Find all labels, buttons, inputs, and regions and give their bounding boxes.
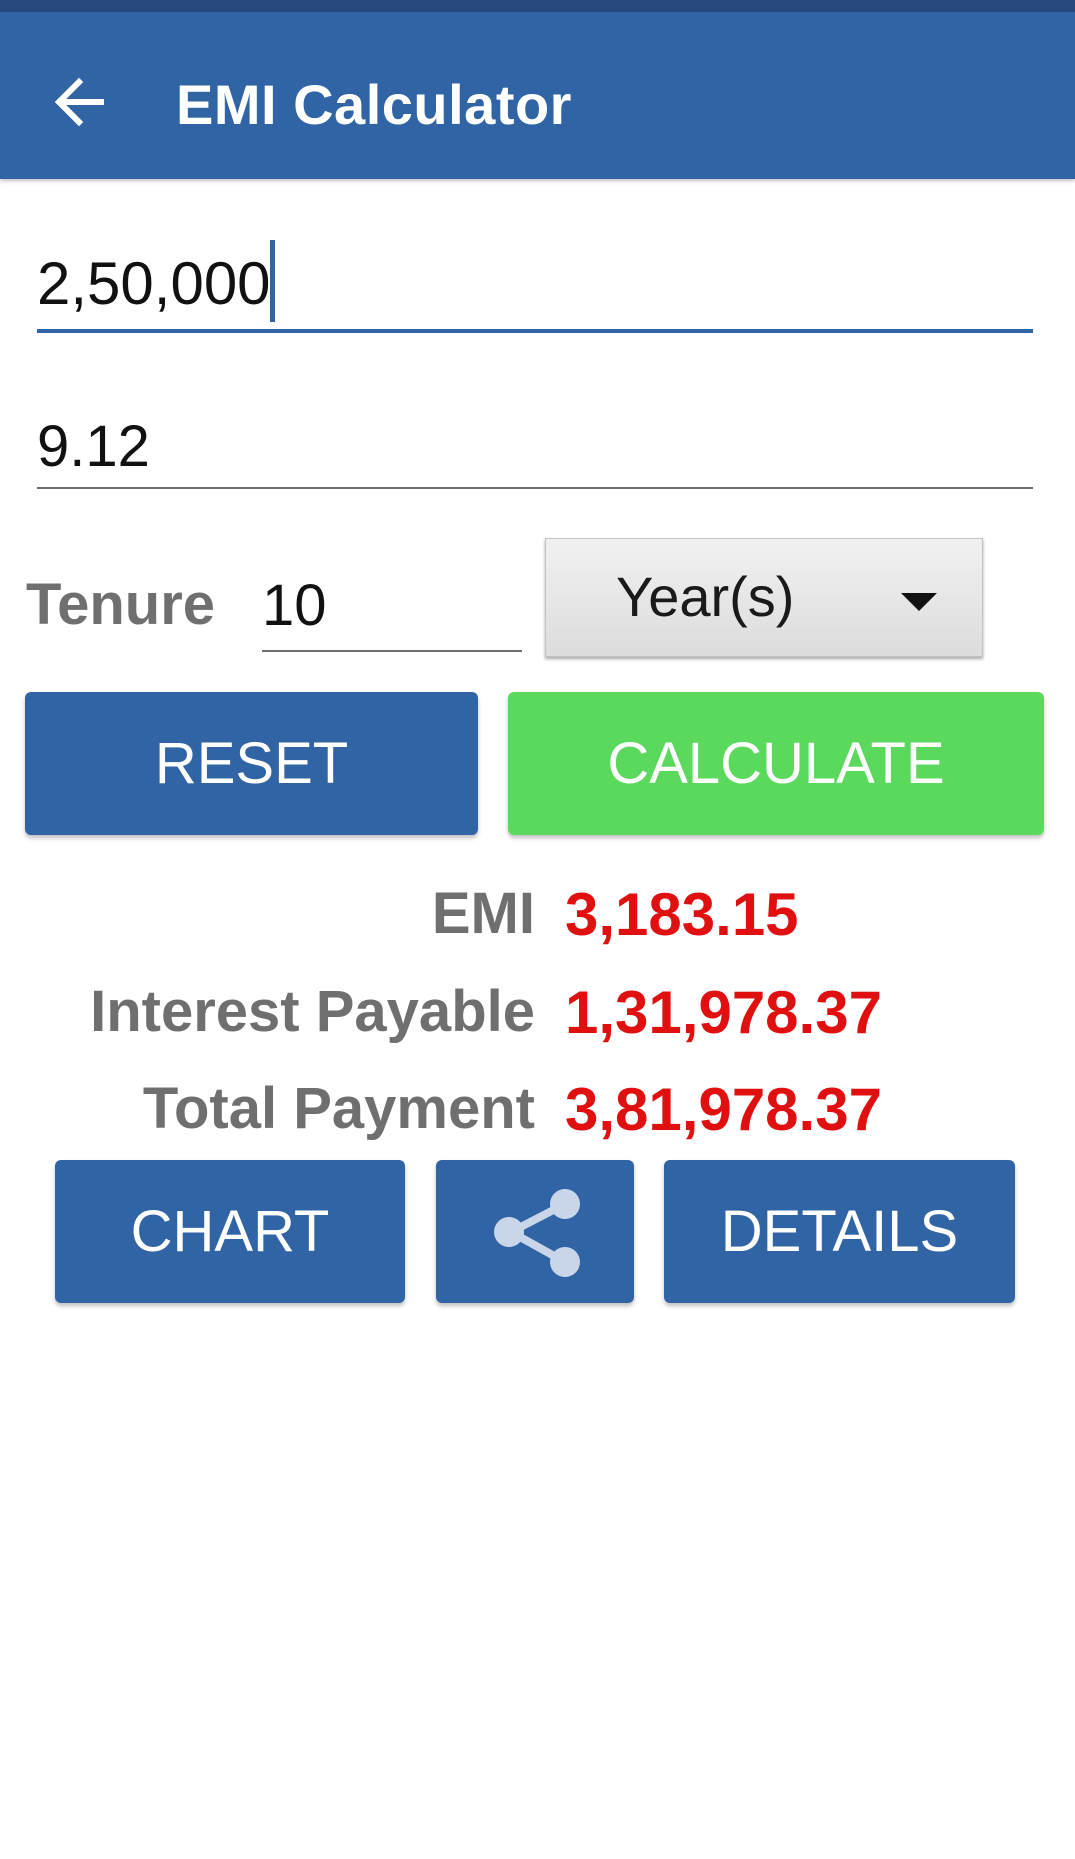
- share-button[interactable]: [436, 1160, 634, 1303]
- loan-amount-input[interactable]: [37, 245, 1027, 321]
- share-icon: [494, 1188, 580, 1277]
- tenure-input[interactable]: [262, 570, 512, 640]
- calculate-button[interactable]: CALCULATE: [508, 692, 1044, 835]
- interest-rate-input[interactable]: [37, 410, 1027, 482]
- arrow-left-icon: [54, 77, 104, 127]
- interest-payable-label: Interest Payable: [90, 979, 535, 1044]
- tenure-unit-selected: Year(s): [616, 565, 795, 628]
- app-title: EMI Calculator: [176, 73, 572, 136]
- emi-label: EMI: [431, 881, 535, 946]
- app-bar: EMI Calculator: [0, 12, 1075, 179]
- dropdown-arrow-icon: [901, 593, 937, 611]
- total-payment-value: 3,81,978.37: [565, 1076, 882, 1143]
- interest-payable-value: 1,31,978.37: [565, 979, 882, 1046]
- total-payment-label: Total Payment: [142, 1076, 535, 1141]
- tenure-label: Tenure: [26, 572, 216, 637]
- back-button[interactable]: [44, 67, 114, 137]
- text-cursor: [270, 240, 275, 322]
- tenure-underline: [262, 650, 522, 652]
- loan-amount-underline: [37, 329, 1033, 333]
- status-bar-strip: [0, 0, 1075, 12]
- chart-button[interactable]: CHART: [55, 1160, 405, 1303]
- reset-button[interactable]: RESET: [25, 692, 478, 835]
- interest-rate-underline: [37, 487, 1033, 489]
- emi-value: 3,183.15: [565, 881, 799, 948]
- tenure-unit-dropdown[interactable]: Year(s): [545, 538, 983, 657]
- details-button[interactable]: DETAILS: [664, 1160, 1015, 1303]
